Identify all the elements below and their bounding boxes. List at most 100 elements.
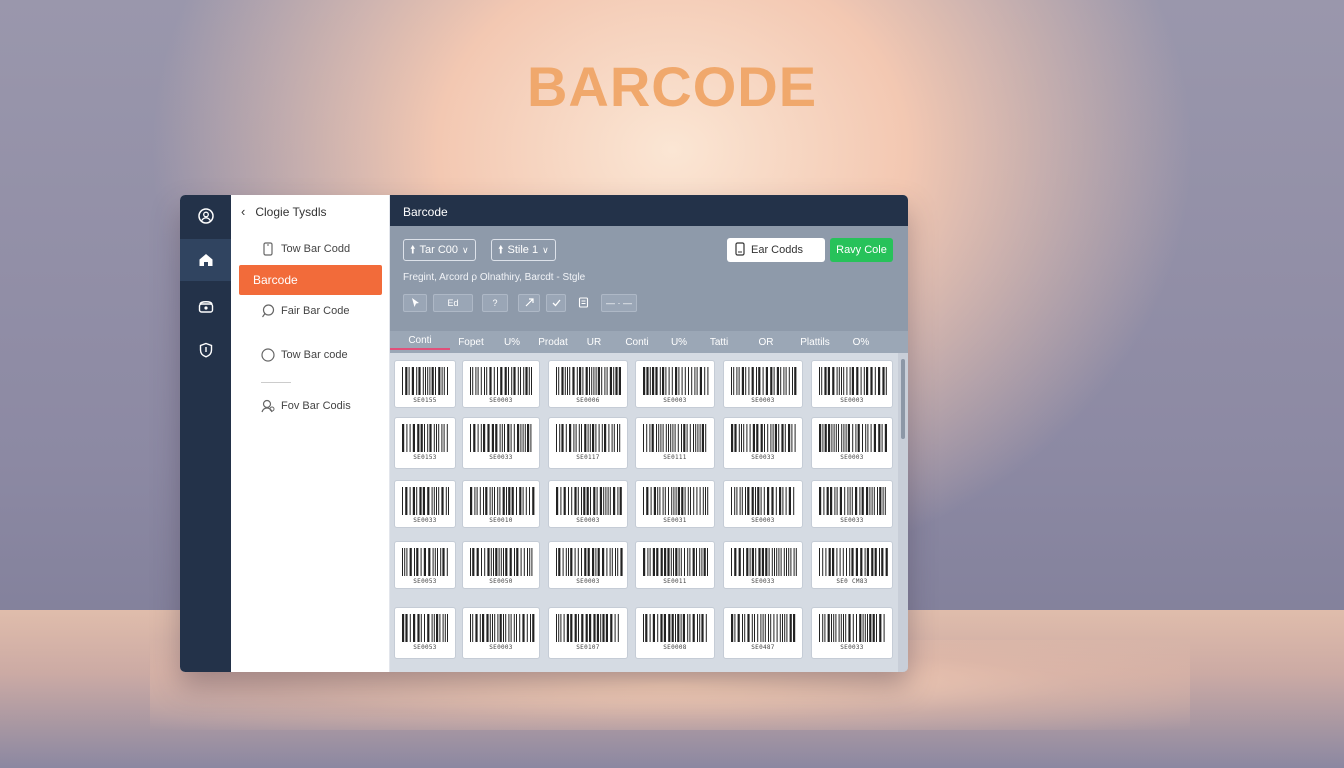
barcode-card[interactable]: SE0053	[394, 607, 456, 659]
barcode-bar	[447, 367, 448, 395]
barcode-bar	[839, 548, 841, 576]
barcode-bar	[556, 614, 557, 642]
barcode-bar	[584, 548, 587, 576]
tool-edit[interactable]: Ed	[433, 294, 473, 312]
barcode-card[interactable]: SE0008	[635, 607, 715, 659]
column-header[interactable]: Conti	[390, 335, 450, 350]
column-header[interactable]: UR	[574, 337, 614, 348]
barcode-bar	[565, 548, 567, 576]
scrollbar[interactable]	[898, 353, 908, 672]
barcode-bar	[516, 548, 519, 576]
barcode-card[interactable]: SE0155	[394, 360, 456, 408]
tool-more[interactable]: — · —	[601, 294, 637, 312]
barcode-card[interactable]: SE0010	[462, 480, 540, 528]
phone-icon[interactable]	[180, 285, 231, 327]
barcode-card[interactable]: SE0033	[811, 607, 893, 659]
barcode-card[interactable]: SE0003	[723, 480, 803, 528]
barcode-card[interactable]: SE0050	[462, 541, 540, 589]
barcode-card[interactable]: SE0053	[394, 541, 456, 589]
barcode-bar	[530, 614, 531, 642]
barcode-card[interactable]: SE0006	[548, 360, 628, 408]
barcode-card[interactable]: SE0031	[635, 480, 715, 528]
barcode-card[interactable]: SE0117	[548, 417, 628, 469]
barcode-bar	[821, 367, 823, 395]
tool-help[interactable]: ?	[482, 294, 508, 312]
barcode-bar	[472, 548, 475, 576]
column-header[interactable]: Conti	[614, 337, 660, 348]
barcode-card[interactable]: SE0003	[548, 541, 628, 589]
barcode-card[interactable]: SE0033	[723, 417, 803, 469]
barcode-card[interactable]: SE0033	[723, 541, 803, 589]
barcode-bar	[845, 424, 847, 452]
column-header[interactable]: Tatti	[698, 337, 740, 348]
barcode-card[interactable]: SE0033	[394, 480, 456, 528]
new-barcode-button[interactable]: Ravy Cole	[830, 238, 893, 262]
sidebar-item-fair-bar-code[interactable]: Fair Bar Code	[239, 296, 382, 326]
barcode-card[interactable]: SE0011	[635, 541, 715, 589]
barcode-card[interactable]: SE0003	[462, 607, 540, 659]
barcode-bar	[413, 614, 416, 642]
barcode-bar	[835, 614, 837, 642]
barcode-card[interactable]: SE0003	[635, 360, 715, 408]
barcode-bar	[865, 424, 867, 452]
barcode-bar	[825, 548, 827, 576]
home-icon[interactable]	[180, 239, 231, 281]
ear-codds-button[interactable]: Ear Codds	[727, 238, 825, 262]
sidebar-item-fov-bar-codis[interactable]: Fov Bar Codis	[239, 391, 382, 421]
column-header[interactable]: U%	[660, 337, 698, 348]
scrollbar-thumb[interactable]	[901, 359, 905, 439]
barcode-card[interactable]: SE0033	[811, 480, 893, 528]
barcode-bar	[529, 487, 530, 515]
column-header[interactable]: Prodat	[532, 337, 574, 348]
barcode-card[interactable]: SE0003	[811, 360, 893, 408]
tool-document[interactable]	[574, 294, 592, 312]
tool-expand[interactable]	[518, 294, 540, 312]
column-header[interactable]: OR	[740, 337, 792, 348]
barcode-bar	[871, 487, 873, 515]
sidebar-item-tow-bar-code[interactable]: Tow Bar code	[239, 340, 382, 370]
barcode-bar	[849, 367, 851, 395]
barcode-card[interactable]: SE0033	[462, 417, 540, 469]
barcode-bar	[489, 487, 491, 515]
column-header[interactable]: Plattils	[792, 337, 838, 348]
style-dropdown[interactable]: 🠙 Stile 1 ∨	[491, 239, 556, 261]
user-circle-icon[interactable]	[180, 195, 231, 237]
barcode-card[interactable]: SE0003	[811, 417, 893, 469]
barcode-number: SE0033	[751, 454, 775, 461]
barcode-bars	[470, 367, 532, 395]
sidebar-item-barcode[interactable]: Barcode	[239, 265, 382, 295]
barcode-bar	[668, 614, 671, 642]
barcode-bar	[696, 487, 698, 515]
barcode-bar	[528, 367, 530, 395]
barcode-bar	[768, 548, 770, 576]
column-header[interactable]: U%	[492, 337, 532, 348]
barcode-bar	[596, 487, 598, 515]
sidebar-item-tow-bar-codd[interactable]: Tow Bar Codd	[239, 234, 382, 264]
tool-select[interactable]	[403, 294, 427, 312]
type-dropdown[interactable]: 🠙 Tar C00 ∨	[403, 239, 476, 261]
barcode-card[interactable]: SE0153	[394, 417, 456, 469]
sidebar-item-label: Fov Bar Codis	[281, 400, 351, 412]
barcode-card[interactable]: SE0003	[548, 480, 628, 528]
barcode-bar	[517, 424, 520, 452]
barcode-bar	[596, 614, 599, 642]
barcode-bar	[649, 614, 651, 642]
barcode-bar	[870, 367, 873, 395]
barcode-card[interactable]: SE0 CM83	[811, 541, 893, 589]
barcode-card[interactable]: SE0487	[723, 607, 803, 659]
barcode-card[interactable]: SE0107	[548, 607, 628, 659]
shield-icon[interactable]	[180, 329, 231, 371]
barcode-card[interactable]: SE0111	[635, 417, 715, 469]
barcode-bar	[587, 424, 589, 452]
tool-check[interactable]	[546, 294, 566, 312]
sidebar-back[interactable]: ‹ Clogie Tysdls	[241, 204, 327, 219]
barcode-bar	[696, 367, 698, 395]
barcode-bar	[610, 614, 613, 642]
column-header[interactable]: Fopet	[450, 337, 492, 348]
barcode-bar	[844, 487, 846, 515]
barcode-bar	[479, 487, 481, 515]
barcode-card[interactable]: SE0003	[462, 360, 540, 408]
barcode-card[interactable]: SE0003	[723, 360, 803, 408]
column-header[interactable]: O%	[838, 337, 884, 348]
barcode-number: SE0011	[663, 578, 687, 585]
